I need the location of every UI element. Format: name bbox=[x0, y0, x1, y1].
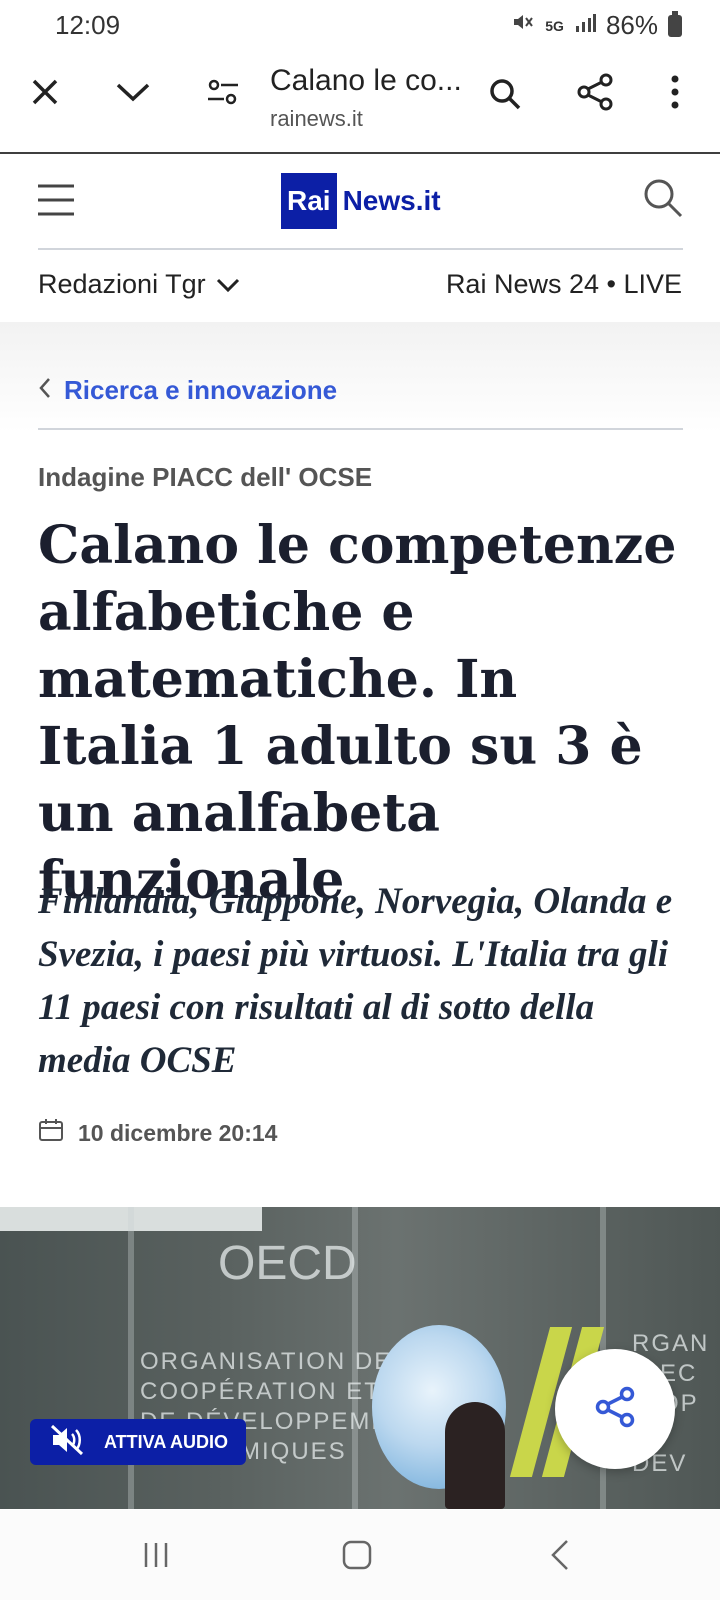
hamburger-menu-icon[interactable] bbox=[36, 180, 76, 220]
breadcrumb[interactable]: Ricerca e innovazione bbox=[38, 375, 337, 406]
redazioni-tgr-menu[interactable]: Redazioni Tgr bbox=[38, 269, 240, 300]
share-icon[interactable] bbox=[575, 72, 615, 112]
battery-percent: 86% bbox=[605, 10, 658, 40]
logo-rai: Rai bbox=[281, 173, 337, 229]
article-headline: Calano le competenze alfabetiche e matem… bbox=[38, 515, 677, 911]
person-walking bbox=[445, 1402, 505, 1509]
rainews-logo[interactable]: Rai News.it bbox=[281, 173, 441, 229]
redazioni-chevron-down-icon bbox=[216, 269, 240, 300]
browser-toolbar: Calano le co... rainews.it bbox=[0, 52, 720, 154]
calendar-icon bbox=[38, 1118, 64, 1148]
oecd-sign-line: ORGANISATION DE bbox=[140, 1348, 393, 1375]
close-icon[interactable] bbox=[25, 72, 65, 112]
site-header: Rai News.it Redazioni Tgr Rai News 24 • … bbox=[0, 152, 720, 322]
chevron-left-icon bbox=[38, 375, 52, 406]
date-label: 10 dicembre 20:14 bbox=[78, 1119, 278, 1146]
share-fab-icon bbox=[595, 1386, 635, 1433]
header-divider bbox=[38, 248, 683, 250]
more-options-icon[interactable] bbox=[660, 72, 690, 112]
article-subtitle: Finlandia, Giappone, Norvegia, Olanda e … bbox=[38, 881, 673, 1081]
status-icons: 5G 86% bbox=[511, 10, 682, 41]
breadcrumb-divider bbox=[38, 428, 683, 430]
recent-apps-icon[interactable] bbox=[136, 1535, 176, 1575]
muted-speaker-icon bbox=[50, 1424, 86, 1461]
signal-icon bbox=[574, 10, 596, 41]
back-icon[interactable] bbox=[540, 1535, 580, 1575]
page-settings-icon[interactable] bbox=[203, 72, 243, 112]
share-fab-button[interactable] bbox=[555, 1349, 675, 1469]
status-bar: 12:09 5G 86% bbox=[0, 0, 720, 52]
rainews24-live-link[interactable]: Rai News 24 • LIVE bbox=[446, 269, 682, 300]
tab-title[interactable]: Calano le co... bbox=[270, 64, 462, 98]
mute-icon bbox=[511, 10, 535, 41]
activate-audio-button[interactable]: ATTIVA AUDIO bbox=[30, 1419, 246, 1465]
system-nav-bar bbox=[0, 1510, 720, 1600]
status-time: 12:09 bbox=[55, 10, 121, 40]
home-icon[interactable] bbox=[337, 1535, 377, 1575]
network-label: 5G bbox=[545, 17, 564, 34]
url-text[interactable]: rainews.it bbox=[270, 106, 363, 132]
site-search-icon[interactable] bbox=[643, 178, 683, 218]
article-date: 10 dicembre 20:14 bbox=[38, 1118, 277, 1148]
redazioni-label: Redazioni Tgr bbox=[38, 269, 206, 299]
activate-audio-label: ATTIVA AUDIO bbox=[104, 1431, 228, 1452]
logo-news: News.it bbox=[342, 185, 441, 216]
article-kicker: Indagine PIACC dell' OCSE bbox=[38, 462, 373, 492]
breadcrumb-label: Ricerca e innovazione bbox=[64, 375, 338, 405]
battery-icon bbox=[668, 10, 682, 37]
search-icon[interactable] bbox=[485, 74, 525, 114]
chevron-down-icon[interactable] bbox=[113, 72, 153, 112]
oecd-sign-line: COOPÉRATION ET bbox=[140, 1378, 381, 1405]
oecd-sign-line: MIQUES bbox=[240, 1438, 347, 1465]
oecd-sign-right-line: RGAN bbox=[632, 1330, 710, 1357]
oecd-sign: OECD bbox=[218, 1237, 357, 1290]
